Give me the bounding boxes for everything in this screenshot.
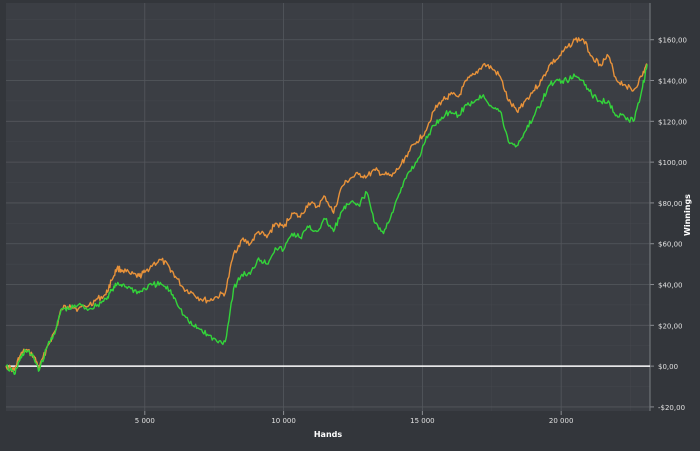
x-tick-labels: 5 000 10 000 15 000 20 000 xyxy=(135,417,574,425)
y-tick-label: -$20,00 xyxy=(658,404,685,412)
x-tick-label: 15 000 xyxy=(410,417,435,425)
y-tick-label: $140,00 xyxy=(658,78,687,86)
y-tick-label: $100,00 xyxy=(658,159,687,167)
x-tick-label: 10 000 xyxy=(271,417,296,425)
y-axis-label: Winnings xyxy=(683,194,692,236)
x-axis-label: Hands xyxy=(314,430,343,439)
y-tick-label: $80,00 xyxy=(658,200,683,208)
y-tick-label: $20,00 xyxy=(658,322,683,330)
y-tick-label: $40,00 xyxy=(658,282,683,290)
y-tick-label: $160,00 xyxy=(658,37,687,45)
chart-canvas: -$20,00 $0,00 $20,00 $40,00 $60,00 $80,00 $100… xyxy=(5,3,692,439)
plot-area xyxy=(6,3,650,411)
x-tick-label: 5 000 xyxy=(135,417,155,425)
x-tick-label: 20 000 xyxy=(549,417,574,425)
y-tick-label: $120,00 xyxy=(658,118,687,126)
winnings-chart: -$20,00 $0,00 $20,00 $40,00 $60,00 $80,00 $100… xyxy=(0,0,700,447)
y-tick-label: $0,00 xyxy=(658,363,678,371)
y-tick-label: $60,00 xyxy=(658,241,683,249)
